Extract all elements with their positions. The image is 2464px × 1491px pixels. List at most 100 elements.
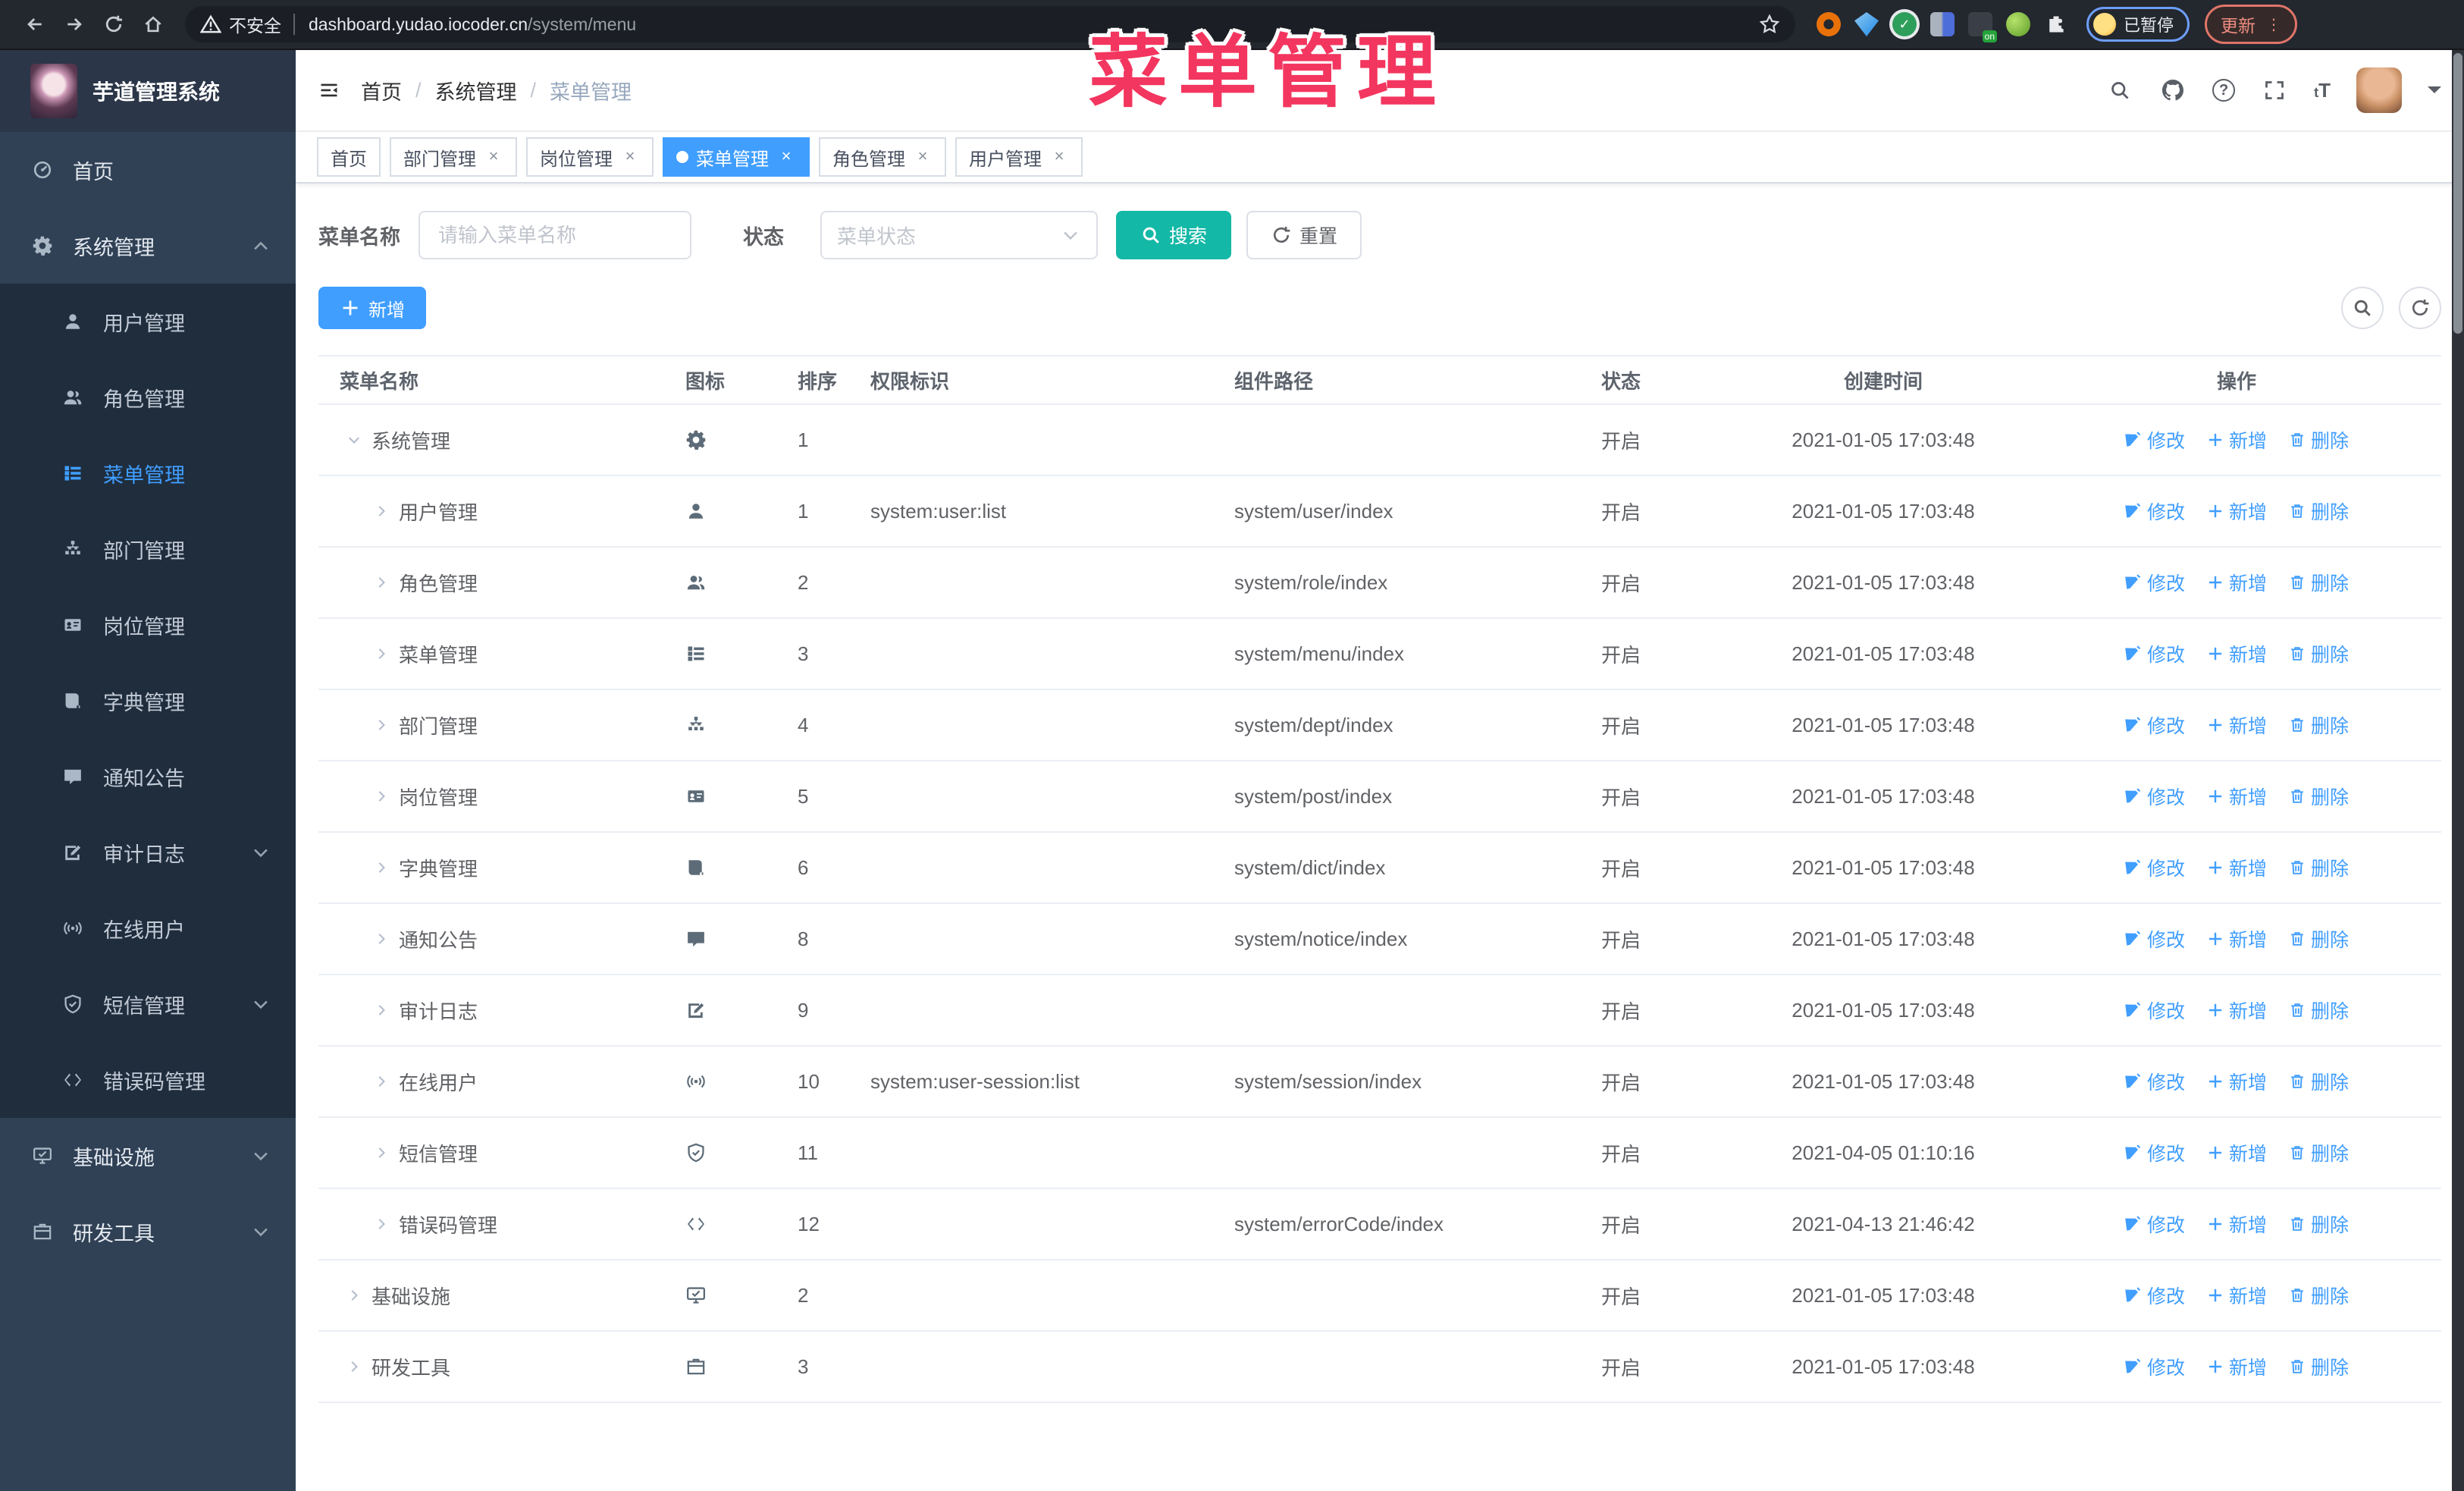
add-link[interactable]: 新增	[2206, 997, 2267, 1024]
sidebar-item-字典管理[interactable]: 字典管理	[0, 663, 296, 739]
sidebar-item-用户管理[interactable]: 用户管理	[0, 284, 296, 359]
delete-link[interactable]: 删除	[2288, 997, 2349, 1024]
profile-chip[interactable]: 已暂停	[2086, 7, 2190, 42]
sidebar-item-研发工具[interactable]: 研发工具	[0, 1194, 296, 1270]
toggle-search-button[interactable]	[2341, 287, 2384, 329]
split-tiles-icon[interactable]	[1930, 12, 1955, 36]
delete-link[interactable]: 删除	[2288, 1282, 2349, 1309]
add-link[interactable]: 新增	[2206, 1139, 2267, 1166]
fullscreen-icon[interactable]	[2261, 77, 2288, 104]
font-size-icon[interactable]: tT	[2314, 79, 2331, 102]
sidebar-item-系统管理[interactable]: 系统管理	[0, 208, 296, 284]
back-icon[interactable]	[15, 5, 55, 44]
edit-link[interactable]: 修改	[2124, 1210, 2185, 1238]
scrollbar-thumb[interactable]	[2453, 53, 2462, 334]
sidebar-item-角色管理[interactable]: 角色管理	[0, 359, 296, 435]
search-icon[interactable]	[2106, 77, 2133, 104]
sidebar-item-岗位管理[interactable]: 岗位管理	[0, 587, 296, 663]
edit-link[interactable]: 修改	[2124, 711, 2185, 739]
sidebar-item-部门管理[interactable]: 部门管理	[0, 511, 296, 587]
edit-link[interactable]: 修改	[2124, 1139, 2185, 1166]
sidebar-item-基础设施[interactable]: 基础设施	[0, 1118, 296, 1194]
delete-link[interactable]: 删除	[2288, 783, 2349, 810]
collapse-arrow-icon[interactable]	[373, 717, 390, 733]
tag-角色管理[interactable]: 角色管理 ×	[819, 137, 946, 177]
delete-link[interactable]: 删除	[2288, 640, 2349, 667]
delete-link[interactable]: 删除	[2288, 854, 2349, 881]
delete-link[interactable]: 删除	[2288, 711, 2349, 739]
collapse-arrow-icon[interactable]	[373, 503, 390, 519]
collapse-arrow-icon[interactable]	[346, 1358, 362, 1375]
add-link[interactable]: 新增	[2206, 711, 2267, 739]
breadcrumb-system[interactable]: 系统管理	[435, 76, 517, 105]
sidebar-item-错误码管理[interactable]: 错误码管理	[0, 1042, 296, 1118]
close-icon[interactable]: ×	[484, 147, 503, 167]
help-icon[interactable]: ?	[2212, 79, 2236, 102]
bookmark-star-icon[interactable]	[1759, 14, 1780, 35]
edit-link[interactable]: 修改	[2124, 783, 2185, 810]
add-link[interactable]: 新增	[2206, 1068, 2267, 1095]
puzzle-icon[interactable]	[2044, 12, 2068, 36]
dark-on-badge-icon[interactable]: on	[1968, 12, 1997, 42]
orange-circle-icon[interactable]	[1817, 12, 1841, 36]
hamburger-icon[interactable]	[318, 80, 340, 101]
add-link[interactable]: 新增	[2206, 925, 2267, 953]
edit-link[interactable]: 修改	[2124, 1353, 2185, 1380]
sidebar-item-首页[interactable]: 首页	[0, 132, 296, 208]
add-link[interactable]: 新增	[2206, 640, 2267, 667]
tag-岗位管理[interactable]: 岗位管理 ×	[526, 137, 654, 177]
close-icon[interactable]: ×	[913, 147, 933, 167]
forward-icon[interactable]	[55, 5, 94, 44]
expand-arrow-icon[interactable]	[346, 432, 362, 448]
collapse-arrow-icon[interactable]	[373, 645, 390, 662]
home-icon[interactable]	[133, 5, 173, 44]
search-button[interactable]: 搜索	[1116, 211, 1232, 259]
tag-菜单管理[interactable]: 菜单管理 ×	[663, 137, 810, 177]
page-scrollbar[interactable]	[2452, 50, 2464, 1491]
tag-首页[interactable]: 首页	[317, 137, 381, 177]
collapse-arrow-icon[interactable]	[373, 1073, 390, 1090]
add-link[interactable]: 新增	[2206, 783, 2267, 810]
tag-用户管理[interactable]: 用户管理 ×	[955, 137, 1083, 177]
add-link[interactable]: 新增	[2206, 854, 2267, 881]
collapse-arrow-icon[interactable]	[373, 1216, 390, 1232]
sidebar-item-在线用户[interactable]: 在线用户	[0, 890, 296, 966]
close-icon[interactable]: ×	[620, 147, 640, 167]
user-avatar[interactable]	[2356, 67, 2402, 113]
menu-name-input[interactable]	[419, 211, 691, 259]
gem-icon[interactable]	[1854, 12, 1879, 36]
close-icon[interactable]: ×	[776, 147, 796, 167]
add-link[interactable]: 新增	[2206, 1353, 2267, 1380]
collapse-arrow-icon[interactable]	[373, 574, 390, 591]
collapse-arrow-icon[interactable]	[373, 1002, 390, 1019]
delete-link[interactable]: 删除	[2288, 1210, 2349, 1238]
add-link[interactable]: 新增	[2206, 498, 2267, 525]
reload-icon[interactable]	[94, 5, 133, 44]
add-link[interactable]: 新增	[2206, 1282, 2267, 1309]
reset-button[interactable]: 重置	[1246, 211, 1362, 259]
edit-link[interactable]: 修改	[2124, 997, 2185, 1024]
breadcrumb-home[interactable]: 首页	[361, 76, 402, 105]
edit-link[interactable]: 修改	[2124, 569, 2185, 596]
add-button[interactable]: 新增	[318, 287, 426, 329]
refresh-table-button[interactable]	[2399, 287, 2441, 329]
sidebar-logo[interactable]: 芋道管理系统	[0, 50, 296, 132]
github-icon[interactable]	[2159, 77, 2187, 104]
green-check-icon[interactable]: ✓	[1892, 12, 1917, 36]
collapse-arrow-icon[interactable]	[373, 859, 390, 876]
status-select[interactable]: 菜单状态	[820, 211, 1098, 259]
frog-icon[interactable]	[2006, 12, 2030, 36]
delete-link[interactable]: 删除	[2288, 925, 2349, 953]
chevron-down-icon[interactable]	[2428, 86, 2441, 100]
edit-link[interactable]: 修改	[2124, 640, 2185, 667]
add-link[interactable]: 新增	[2206, 426, 2267, 454]
collapse-arrow-icon[interactable]	[373, 1144, 390, 1161]
delete-link[interactable]: 删除	[2288, 1139, 2349, 1166]
close-icon[interactable]: ×	[1049, 147, 1069, 167]
collapse-arrow-icon[interactable]	[373, 788, 390, 805]
add-link[interactable]: 新增	[2206, 569, 2267, 596]
delete-link[interactable]: 删除	[2288, 1068, 2349, 1095]
delete-link[interactable]: 删除	[2288, 1353, 2349, 1380]
sidebar-item-审计日志[interactable]: 审计日志	[0, 815, 296, 890]
edit-link[interactable]: 修改	[2124, 854, 2185, 881]
